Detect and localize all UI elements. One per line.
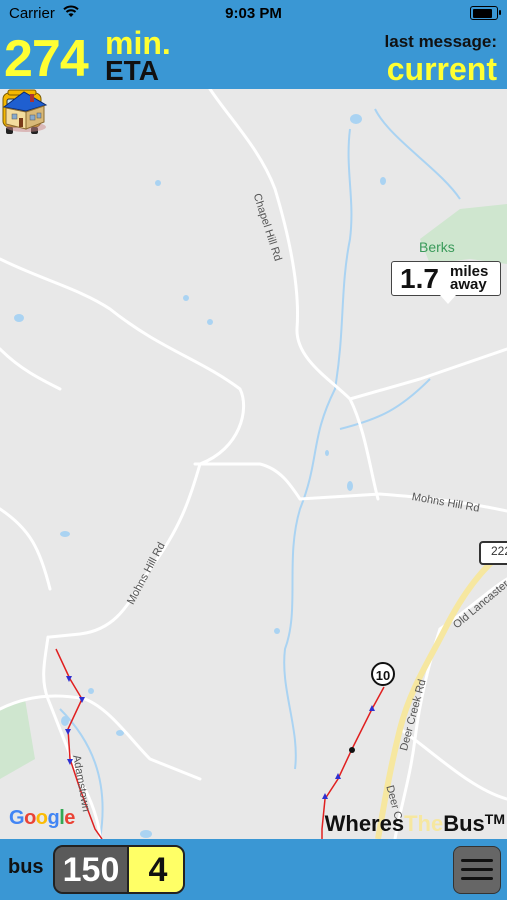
place-label: Berks [419,239,455,255]
clock: 9:03 PM [225,5,282,22]
water [140,830,152,838]
google-logo-text: Google [9,807,75,829]
watermark-tm: TM [484,811,505,827]
unit-line-away: away [450,276,487,293]
park-area [0,699,35,779]
water [183,295,189,301]
bottom-toolbar: bus 150 4 [0,839,507,900]
last-message-label: last message: [384,32,497,51]
app-watermark: WheresTheBusTM [325,811,505,837]
stop-marker-icon[interactable]: 10 [371,662,395,686]
water [14,314,24,322]
bus-distance-callout: 1.7 miles away [391,261,501,304]
status-bar: Carrier 9:03 PM [0,0,507,26]
park-area [420,204,507,264]
water [325,450,329,456]
water [155,180,161,186]
stop-point [349,747,355,753]
map-view[interactable]: Chapel Hill Rd Mohns Hill Rd Mohns Hill … [0,89,507,839]
bus-label: bus [8,856,44,878]
route-number[interactable]: 4 [127,847,183,892]
watermark-wheres: Wheres [324,811,405,836]
water [207,319,213,325]
water [347,481,353,491]
eta-header: 274 min. ETA last message: current [0,26,507,89]
bus-selector[interactable]: 150 4 [53,845,185,894]
water [88,688,94,694]
water [274,628,280,634]
water [380,177,386,185]
eta-value: 274 [4,30,89,88]
battery-icon [470,6,501,20]
water [350,114,362,124]
watermark-bus: Bus [443,811,485,836]
google-attribution: Google [9,807,75,830]
watermark-the: The [404,811,444,836]
bus-distance-value: 1.7 [400,263,439,294]
bus-number[interactable]: 150 [55,847,127,892]
bus-distance-unit: miles away [450,264,500,293]
highway-shield: 222 [479,541,507,565]
water [60,531,70,537]
route-arrows [65,676,375,799]
eta-label: ETA [105,55,159,86]
hamburger-menu-icon[interactable] [453,846,501,894]
last-message-value: current [386,51,497,87]
house-icon[interactable] [0,89,50,133]
